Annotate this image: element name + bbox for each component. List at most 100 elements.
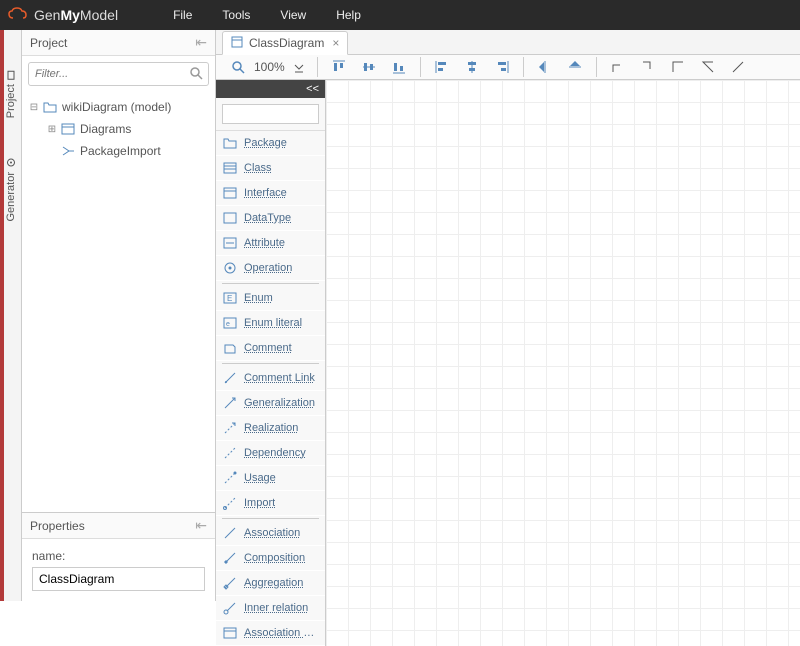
flip-horizontal-icon[interactable] <box>534 55 556 79</box>
palette-item-usage[interactable]: Usage <box>216 466 325 491</box>
collapse-icon[interactable]: ⊟ <box>28 102 40 113</box>
palette-item-inner-relation[interactable]: Inner relation <box>216 596 325 621</box>
tree-node-diagrams[interactable]: ⊞ Diagrams <box>28 118 209 140</box>
palette-item-package[interactable]: Package <box>216 131 325 156</box>
align-top-icon[interactable] <box>328 55 350 79</box>
palette-separator <box>222 363 319 364</box>
palette-item-label: Operation <box>244 262 292 274</box>
palette-item-attribute[interactable]: Attribute <box>216 231 325 256</box>
palette-item-realization[interactable]: Realization <box>216 416 325 441</box>
palette-item-label: Usage <box>244 472 276 484</box>
palette-item-label: Association <box>244 527 300 539</box>
pin-icon[interactable]: ⇤ <box>195 34 207 51</box>
palette-separator <box>222 283 319 284</box>
pin-icon[interactable]: ⇤ <box>195 517 207 534</box>
palette-item-label: Composition <box>244 552 305 564</box>
palette-item-icon <box>222 340 238 356</box>
palette-item-generalization[interactable]: Generalization <box>216 391 325 416</box>
palette-item-association-cl-[interactable]: Association Cl... <box>216 621 325 646</box>
palette-item-enum[interactable]: EEnum <box>216 286 325 311</box>
align-right-icon[interactable] <box>491 55 513 79</box>
connector-2-icon[interactable] <box>637 55 659 79</box>
tree-node-root[interactable]: ⊟ wikiDiagram (model) <box>28 96 209 118</box>
editor-toolbar: 100% <box>216 55 800 80</box>
palette-item-label: Realization <box>244 422 298 434</box>
zoom-icon[interactable] <box>228 55 248 79</box>
palette-item-label: Association Cl... <box>244 627 319 639</box>
palette-item-label: Aggregation <box>244 577 303 589</box>
palette-item-import[interactable]: Import <box>216 491 325 516</box>
editor-area: ClassDiagram × 100% <box>216 30 800 601</box>
rail-tab-generator[interactable]: Generator <box>5 158 17 222</box>
menu-view[interactable]: View <box>280 8 306 22</box>
palette-item-icon <box>222 235 238 251</box>
align-left-icon[interactable] <box>431 55 453 79</box>
menu-help[interactable]: Help <box>336 8 361 22</box>
palette-item-interface[interactable]: Interface <box>216 181 325 206</box>
palette-item-icon <box>222 420 238 436</box>
connector-5-icon[interactable] <box>727 55 749 79</box>
zoom-dropdown-icon[interactable] <box>291 55 307 79</box>
palette-item-icon <box>222 445 238 461</box>
properties-panel-header: Properties ⇤ <box>22 513 215 539</box>
palette-item-label: Comment <box>244 342 292 354</box>
folder-icon <box>42 99 58 115</box>
palette-item-aggregation[interactable]: Aggregation <box>216 571 325 596</box>
palette-item-icon <box>222 160 238 176</box>
connector-3-icon[interactable] <box>667 55 689 79</box>
prop-name-label: name: <box>32 549 205 563</box>
palette-item-label: Enum literal <box>244 317 302 329</box>
rail-tab-project[interactable]: Project <box>5 70 17 118</box>
palette-item-label: Import <box>244 497 275 509</box>
palette-item-composition[interactable]: Composition <box>216 546 325 571</box>
align-middle-icon[interactable] <box>358 55 380 79</box>
diagram-icon <box>60 121 76 137</box>
palette-item-class[interactable]: Class <box>216 156 325 181</box>
filter-input[interactable] <box>28 62 209 86</box>
properties-panel-title: Properties <box>30 519 85 533</box>
prop-name-input[interactable] <box>32 567 205 591</box>
palette-item-label: Attribute <box>244 237 285 249</box>
close-icon[interactable]: × <box>332 36 339 50</box>
palette-item-comment-link[interactable]: Comment Link <box>216 366 325 391</box>
menu-tools[interactable]: Tools <box>222 8 250 22</box>
align-center-icon[interactable] <box>461 55 483 79</box>
palette-item-dependency[interactable]: Dependency <box>216 441 325 466</box>
import-icon <box>60 143 76 159</box>
left-rail: Project Generator <box>0 30 22 601</box>
palette-item-icon <box>222 395 238 411</box>
palette-item-enum-literal[interactable]: e Enum literal <box>216 311 325 336</box>
menu-file[interactable]: File <box>173 8 192 22</box>
flip-vertical-icon[interactable] <box>564 55 586 79</box>
tab-label: ClassDiagram <box>249 36 324 50</box>
accent-strip <box>0 30 4 601</box>
palette-item-operation[interactable]: Operation <box>216 256 325 281</box>
palette-item-label: Inner relation <box>244 602 308 614</box>
palette-search-input[interactable] <box>222 104 319 124</box>
tab-classdiagram[interactable]: ClassDiagram × <box>222 31 348 55</box>
align-bottom-icon[interactable] <box>388 55 410 79</box>
app-logo: GenMyModel <box>8 7 118 24</box>
palette-item-icon <box>222 625 238 641</box>
svg-text:E: E <box>227 294 232 303</box>
palette-item-label: Comment Link <box>244 372 315 384</box>
separator <box>596 57 597 77</box>
palette-item-label: DataType <box>244 212 291 224</box>
palette-item-label: Package <box>244 137 287 149</box>
palette-item-icon: e <box>222 315 238 331</box>
palette-item-comment[interactable]: Comment <box>216 336 325 361</box>
palette-item-icon <box>222 600 238 616</box>
tree-node-package-import[interactable]: PackageImport <box>28 140 209 162</box>
search-icon[interactable] <box>189 66 203 83</box>
connector-1-icon[interactable] <box>607 55 629 79</box>
palette-item-datatype[interactable]: DataType <box>216 206 325 231</box>
expand-icon[interactable]: ⊞ <box>46 124 58 135</box>
palette-item-association[interactable]: Association <box>216 521 325 546</box>
palette-item-label: Dependency <box>244 447 306 459</box>
connector-4-icon[interactable] <box>697 55 719 79</box>
project-tree: ⊟ wikiDiagram (model) ⊞ Diagrams Package… <box>22 92 215 512</box>
diagram-canvas[interactable] <box>326 80 800 646</box>
palette-item-icon <box>222 495 238 511</box>
tab-row: ClassDiagram × <box>216 30 800 55</box>
palette-collapse-button[interactable]: << <box>216 80 325 98</box>
